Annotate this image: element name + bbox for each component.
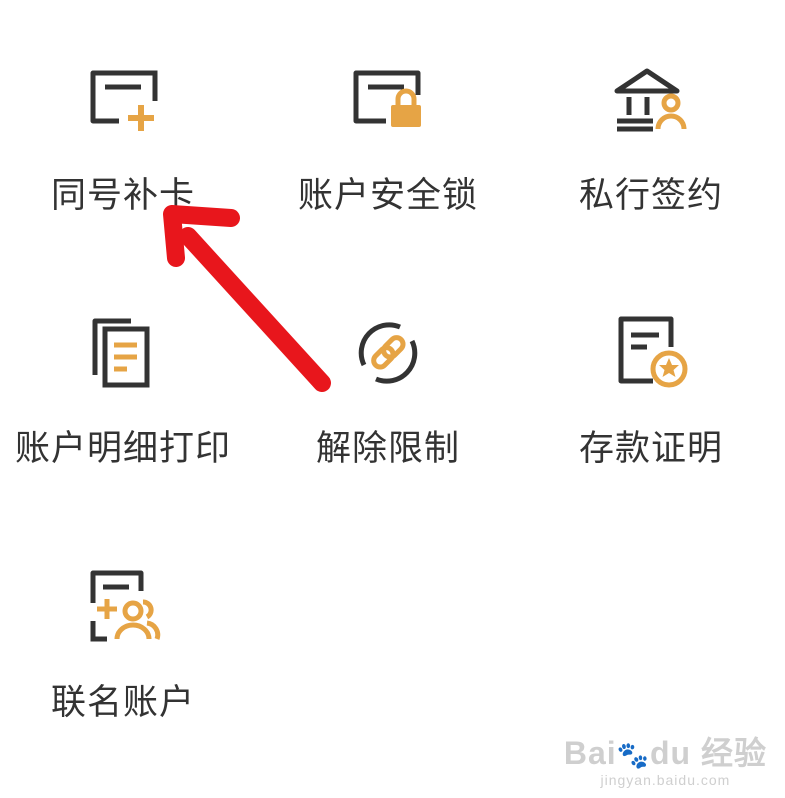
watermark-url: jingyan.baidu.com [600, 772, 731, 788]
tile-private-banking[interactable]: 私行签约 [541, 55, 761, 235]
tile-joint-account[interactable]: 联名账户 [13, 562, 233, 742]
card-plus-icon [78, 55, 168, 145]
paw-icon: 🐾 [616, 740, 650, 770]
tile-label: 解除限制 [315, 429, 460, 469]
tile-account-lock[interactable]: 账户安全锁 [278, 55, 498, 235]
watermark-product: 经验 [700, 735, 767, 771]
joint-account-icon [78, 562, 168, 652]
tile-label: 账户安全锁 [297, 176, 478, 216]
tile-remove-restriction[interactable]: 解除限制 [278, 308, 498, 488]
tile-label: 联名账户 [50, 683, 195, 723]
tile-statement-print[interactable]: 账户明细打印 [13, 308, 233, 488]
bank-user-icon [606, 55, 696, 145]
card-lock-icon [343, 55, 433, 145]
tile-deposit-certificate[interactable]: 存款证明 [541, 308, 761, 488]
baidu-jingyan-watermark: Bai🐾du 经验 jingyan.baidu.com [564, 728, 767, 788]
tile-label: 私行签约 [578, 176, 723, 216]
tile-label: 账户明细打印 [14, 429, 231, 469]
documents-icon [78, 308, 168, 398]
unlink-icon [343, 308, 433, 398]
tile-label: 存款证明 [578, 429, 723, 469]
watermark-brand: Bai [563, 735, 617, 771]
certificate-icon [606, 308, 696, 398]
tile-label: 同号补卡 [50, 176, 195, 216]
tile-same-number-card[interactable]: 同号补卡 [13, 55, 233, 235]
service-grid: 同号补卡 账户安全锁 私行签约 账户明细打印 解除限制 存款证明 联名账户 [0, 0, 785, 798]
watermark-brand-tail: du [650, 735, 692, 771]
